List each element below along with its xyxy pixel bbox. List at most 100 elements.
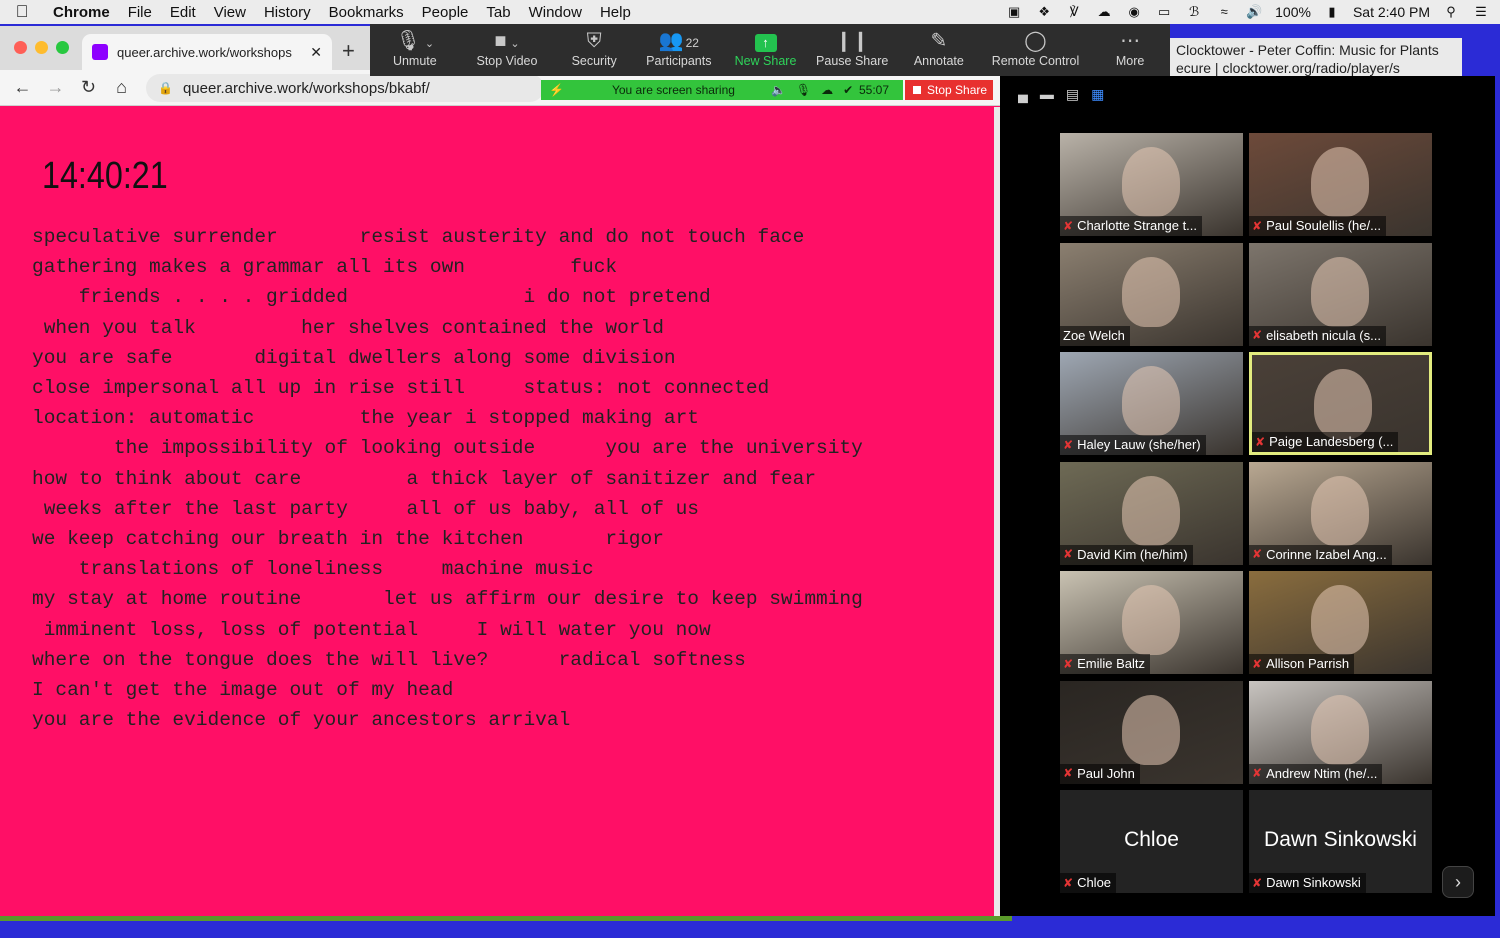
browser-tab[interactable]: queer.archive.work/workshops ✕ bbox=[82, 34, 332, 70]
muted-mic-icon: ✘ bbox=[1252, 218, 1263, 233]
participant-name: Paul John bbox=[1077, 765, 1135, 781]
participant-name-label: ✘ Paige Landesberg (... bbox=[1252, 432, 1399, 452]
menu-people[interactable]: People bbox=[413, 4, 478, 21]
poem-line: how to think about care a thick layer of… bbox=[32, 467, 817, 490]
participants-icon: 👥 22 bbox=[658, 30, 699, 52]
zoom-window-button[interactable] bbox=[56, 41, 69, 54]
participant-name-label: ✘ Dawn Sinkowski bbox=[1249, 873, 1366, 893]
airplay-icon[interactable]: ▭ bbox=[1155, 5, 1173, 19]
annotate-button[interactable]: ✎ Annotate bbox=[897, 24, 981, 76]
participant-tile[interactable]: ✘ Haley Lauw (she/her) bbox=[1060, 352, 1243, 455]
cloud-upload-icon[interactable]: ☁ bbox=[1095, 5, 1113, 19]
sharing-bolt-icon: ⚡ bbox=[549, 83, 564, 97]
notification-center-icon[interactable]: ☰ bbox=[1472, 5, 1490, 19]
wifi-icon[interactable]: ≈ bbox=[1215, 5, 1233, 19]
stop-square-icon bbox=[913, 86, 921, 94]
pause-share-label: Pause Share bbox=[816, 54, 889, 68]
creative-cloud-icon[interactable]: ◉ bbox=[1125, 5, 1143, 19]
muted-mic-icon: 🎙 ⌄ bbox=[395, 30, 435, 52]
participant-tile[interactable]: Chloe ✘ Chloe bbox=[1060, 790, 1243, 893]
muted-mic-icon: ✘ bbox=[1063, 437, 1074, 452]
background-window-title: Clocktower - Peter Coffin: Music for Pla… bbox=[1176, 42, 1439, 58]
dropbox-icon[interactable]: ❖ bbox=[1035, 5, 1053, 19]
muted-mic-icon: ✘ bbox=[1252, 547, 1263, 561]
close-window-button[interactable] bbox=[14, 41, 27, 54]
minimize-view-icon[interactable]: ▄ bbox=[1018, 86, 1028, 103]
minimize-window-button[interactable] bbox=[35, 41, 48, 54]
participant-name: Dawn Sinkowski bbox=[1266, 875, 1361, 890]
participant-name-label: ✘ David Kim (he/him) bbox=[1060, 544, 1193, 565]
participant-tile[interactable]: ✘ Paige Landesberg (... bbox=[1249, 352, 1432, 455]
menu-edit[interactable]: Edit bbox=[161, 4, 205, 21]
muted-mic-icon: ✘ bbox=[1252, 656, 1263, 671]
gallery-view-icon[interactable]: ▦ bbox=[1091, 86, 1104, 103]
strip-view-icon[interactable]: ▤ bbox=[1066, 86, 1079, 103]
spotlight-search-icon[interactable]: ⚲ bbox=[1442, 5, 1460, 19]
remote-control-button[interactable]: ◯ Remote Control bbox=[981, 24, 1091, 76]
menu-tab[interactable]: Tab bbox=[477, 4, 519, 21]
battery-icon[interactable]: ▮ bbox=[1323, 5, 1341, 19]
participants-button[interactable]: 👥 22 Participants bbox=[634, 24, 724, 76]
participant-tile[interactable]: ✘ Paul John bbox=[1060, 680, 1243, 784]
lock-icon[interactable]: 🔒 bbox=[158, 81, 173, 95]
participant-name: Chloe bbox=[1077, 875, 1112, 890]
zoom-status-icon[interactable]: ▣ bbox=[1005, 5, 1023, 19]
new-share-button[interactable]: ↑ New Share bbox=[724, 24, 808, 76]
new-tab-button[interactable]: + bbox=[342, 38, 355, 64]
muted-mic-icon: ✘ bbox=[1252, 766, 1263, 780]
screen-sharing-indicator[interactable]: ⚡ You are screen sharing 🔈 🎙 ☁ ✔ 55:07 bbox=[541, 80, 903, 100]
volume-icon[interactable]: 🔊 bbox=[1245, 5, 1263, 19]
participant-tile[interactable]: ✘ Charlotte Strange t... bbox=[1060, 133, 1243, 236]
shield-icon: ⛨ bbox=[586, 30, 602, 52]
participant-tile[interactable]: ✘ Allison Parrish bbox=[1249, 571, 1432, 674]
menubar-clock[interactable]: Sat 2:40 PM bbox=[1353, 4, 1430, 20]
new-share-label: New Share bbox=[734, 54, 797, 68]
participant-name: Corinne Izabel Ang... bbox=[1266, 546, 1387, 562]
participant-tile[interactable]: ✘ elisabeth nicula (s... bbox=[1249, 242, 1432, 346]
participant-tile[interactable]: ✘ Andrew Ntim (he/... bbox=[1249, 680, 1432, 784]
back-arrow-icon[interactable]: ← bbox=[6, 77, 39, 98]
home-icon[interactable]: ⌂ bbox=[105, 77, 138, 98]
menu-file[interactable]: File bbox=[119, 4, 161, 21]
participant-video bbox=[1122, 366, 1180, 436]
participant-tile[interactable]: ✘ Paul Soulellis (he/... bbox=[1249, 133, 1432, 236]
address-bar[interactable]: 🔒 queer.archive.work/workshops/bkabf/ bbox=[146, 74, 544, 102]
menu-view[interactable]: View bbox=[205, 4, 255, 21]
forward-arrow-icon[interactable]: → bbox=[39, 77, 72, 98]
unmute-button[interactable]: 🎙 ⌄ Unmute bbox=[370, 24, 460, 76]
more-label: More bbox=[1115, 54, 1145, 68]
unmute-label: Unmute bbox=[392, 54, 437, 68]
site-favicon-icon bbox=[92, 44, 108, 60]
stop-video-button[interactable]: ■ ⌄ Stop Video bbox=[460, 24, 555, 76]
stop-share-button[interactable]: Stop Share bbox=[905, 80, 993, 100]
poem-text-block: speculative surrender resist austerity a… bbox=[32, 222, 972, 735]
remote-control-label: Remote Control bbox=[991, 54, 1080, 68]
participant-tile[interactable]: Zoe Welch bbox=[1060, 242, 1243, 346]
participant-tile[interactable]: Dawn Sinkowski ✘ Dawn Sinkowski bbox=[1249, 790, 1432, 893]
participant-name-label: ✘ Haley Lauw (she/her) bbox=[1060, 435, 1206, 455]
zoom-share-toolbar: 🎙 ⌄ Unmute ■ ⌄ Stop Video ⛨ Security 👥 22 P… bbox=[370, 24, 1170, 76]
menu-app-name[interactable]: Chrome bbox=[44, 4, 119, 21]
participant-tile[interactable]: ✘ Emilie Baltz bbox=[1060, 571, 1243, 674]
more-button[interactable]: ⋯ More bbox=[1090, 24, 1170, 76]
participant-tile[interactable]: ✘ Corinne Izabel Ang... bbox=[1249, 461, 1432, 565]
background-browser-window[interactable]: Clocktower - Peter Coffin: Music for Pla… bbox=[1170, 38, 1462, 78]
speaker-icon: 🔈 bbox=[770, 83, 786, 97]
security-button[interactable]: ⛨ Security bbox=[554, 24, 634, 76]
reload-icon[interactable]: ↻ bbox=[72, 77, 105, 98]
participant-tile[interactable]: ✘ David Kim (he/him) bbox=[1060, 461, 1243, 565]
apple-menu-icon[interactable]:  bbox=[0, 2, 44, 22]
thumbnail-view-icon[interactable]: ▬ bbox=[1040, 86, 1054, 103]
menu-history[interactable]: History bbox=[255, 4, 320, 21]
pause-share-button[interactable]: ❙❙ Pause Share bbox=[807, 24, 897, 76]
menu-help[interactable]: Help bbox=[591, 4, 640, 21]
next-page-chevron-icon[interactable]: › bbox=[1442, 866, 1474, 898]
participant-name: Allison Parrish bbox=[1266, 656, 1350, 671]
menu-bookmarks[interactable]: Bookmarks bbox=[320, 4, 413, 21]
bluetooth-icon[interactable]: ℬ bbox=[1185, 5, 1203, 19]
background-url-prefix: ecure bbox=[1176, 60, 1212, 76]
tab-close-icon[interactable]: ✕ bbox=[310, 44, 322, 61]
menu-window[interactable]: Window bbox=[520, 4, 591, 21]
antenna-icon[interactable]: ℣ bbox=[1065, 5, 1083, 19]
chrome-window: queer.archive.work/workshops ✕ + ← → ↻ ⌂… bbox=[0, 26, 1000, 916]
